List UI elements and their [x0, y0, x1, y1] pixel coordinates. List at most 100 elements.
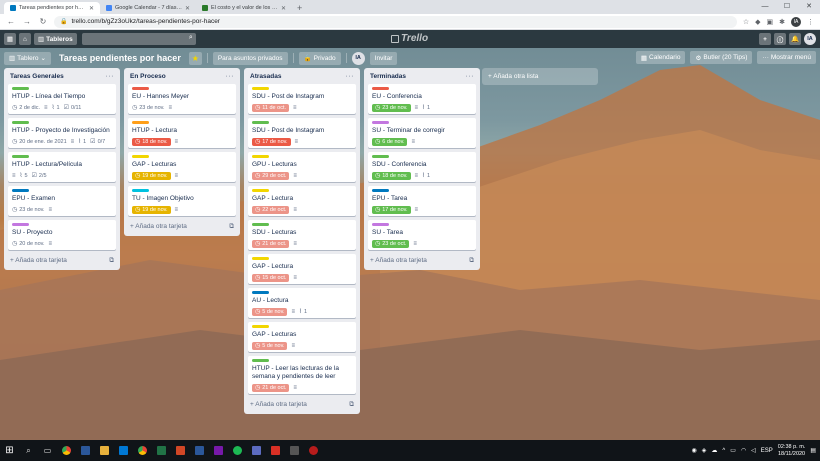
card[interactable]: HTUP - Leer las lecturas de la semana y …: [248, 356, 356, 394]
taskbar-app[interactable]: [266, 440, 285, 461]
list-name[interactable]: En Proceso: [130, 73, 166, 80]
due-date-badge[interactable]: ◷ 18 de nov.: [132, 137, 171, 146]
list-name[interactable]: Atrasadas: [250, 73, 281, 80]
notifications-bell-icon[interactable]: 🔔: [789, 33, 801, 45]
butler-button[interactable]: ⚙ Butler (20 Tips): [690, 51, 753, 64]
chrome-profile-avatar[interactable]: IA: [791, 16, 801, 27]
back-arrow-icon[interactable]: ←: [6, 17, 16, 26]
card[interactable]: SU - Proyecto ◷ 20 de nov. ≡: [8, 220, 116, 250]
apps-grid-icon[interactable]: ▦: [4, 33, 16, 45]
due-date-badge[interactable]: ◷ 20 de nov.: [12, 240, 45, 248]
card[interactable]: SDU - Lecturas ◷ 21 de oct. ≡: [248, 220, 356, 250]
due-date-badge[interactable]: ◷ 17 de nov.: [252, 137, 291, 146]
card[interactable]: SDU - Conferencia ◷ 18 de nov. ≡ ⌇ 1: [368, 152, 476, 182]
battery-icon[interactable]: ▭: [730, 447, 736, 454]
card[interactable]: GAP - Lectura ◷ 22 de oct. ≡: [248, 186, 356, 216]
close-tab-icon[interactable]: ✕: [185, 5, 190, 12]
card[interactable]: HTUP - Proyecto de Investigación ◷ 20 de e…: [8, 118, 116, 148]
add-card-button[interactable]: + Añada otra tarjeta ⧉: [8, 254, 116, 267]
due-date-badge[interactable]: ◷ 23 de oct.: [372, 239, 410, 248]
template-card-icon[interactable]: ⧉: [469, 257, 474, 265]
member-avatar[interactable]: IA: [804, 33, 816, 45]
taskbar-app[interactable]: [152, 440, 171, 461]
taskbar-chrome-app[interactable]: [57, 440, 76, 461]
chrome-menu-icon[interactable]: ⋮: [807, 18, 814, 26]
due-date-badge[interactable]: ◷ 11 de oct.: [252, 103, 289, 112]
new-tab-button[interactable]: +: [292, 2, 307, 14]
due-date-badge[interactable]: ◷ 21 de oct.: [252, 383, 290, 392]
extension-icon[interactable]: ▣: [767, 18, 774, 26]
add-card-button[interactable]: + Añada otra tarjeta ⧉: [368, 254, 476, 267]
home-icon[interactable]: ⌂: [19, 33, 31, 45]
due-date-badge[interactable]: ◷ 6 de nov.: [372, 137, 408, 146]
taskbar-app[interactable]: [228, 440, 247, 461]
browser-tab-calendar[interactable]: Google Calendar - 7 días, a partir del..…: [100, 2, 196, 14]
boards-button[interactable]: ▥ Tableros: [34, 33, 77, 45]
card[interactable]: SU - Terminar de corregir ◷ 6 de nov. ≡: [368, 118, 476, 148]
due-date-badge[interactable]: ◷ 5 de nov.: [252, 341, 288, 350]
due-date-badge[interactable]: ◷ 5 de nov.: [252, 307, 288, 316]
due-date-badge[interactable]: ◷ 2 de dic.: [12, 104, 40, 112]
taskbar-app[interactable]: [304, 440, 323, 461]
minimize-icon[interactable]: —: [754, 0, 776, 14]
list[interactable]: Tareas Generales ··· HTUP - Línea del Tiem…: [4, 68, 120, 270]
star-icon[interactable]: ★: [188, 51, 202, 65]
address-bar[interactable]: 🔒 trello.com/b/gZz3oUkz/tareas-pendiente…: [54, 15, 737, 28]
due-date-badge[interactable]: ◷ 23 de nov.: [372, 103, 411, 112]
tray-app-icon[interactable]: ◉: [692, 447, 697, 454]
board-member-avatar[interactable]: IA: [351, 51, 365, 65]
template-card-icon[interactable]: ⧉: [349, 401, 354, 409]
notifications-icon[interactable]: ▤: [810, 447, 816, 454]
taskbar-app[interactable]: [209, 440, 228, 461]
board-title[interactable]: Tareas pendientes por hacer: [56, 53, 184, 63]
due-date-badge[interactable]: ◷ 23 de nov.: [12, 206, 45, 214]
card[interactable]: HTUP - Línea del Tiempo ◷ 2 de dic. ≡ ⌇ 1 ☑ 0/1…: [8, 84, 116, 114]
maximize-icon[interactable]: ☐: [776, 0, 798, 14]
due-date-badge[interactable]: ◷ 29 de oct.: [252, 171, 290, 180]
browser-tab-article[interactable]: El costo y el valor de los árboles... ✕: [196, 2, 292, 14]
info-icon[interactable]: ⓘ: [774, 33, 786, 45]
due-date-badge[interactable]: ◷ 21 de oct.: [252, 239, 290, 248]
card[interactable]: HTUP - Lectura/Película ≡ ⌇ 5 ☑ 2/5: [8, 152, 116, 182]
clock[interactable]: 02:38 p. m. 18/11/2020: [778, 444, 806, 458]
trello-logo[interactable]: Trello: [391, 33, 428, 44]
card[interactable]: SU - Tarea ◷ 23 de oct. ≡: [368, 220, 476, 250]
board-view-switcher[interactable]: ▥ Tablero ⌄: [4, 51, 51, 65]
tray-chevron-up-icon[interactable]: ^: [722, 448, 725, 454]
due-date-badge[interactable]: ◷ 19 de nov.: [132, 205, 171, 214]
list-name[interactable]: Terminadas: [370, 73, 406, 80]
add-card-button[interactable]: + Añada otra tarjeta ⧉: [248, 398, 356, 411]
taskbar-app[interactable]: [285, 440, 304, 461]
card[interactable]: GAP - Lecturas ◷ 19 de nov. ≡: [128, 152, 236, 182]
puzzle-extensions-icon[interactable]: ✱: [779, 18, 785, 26]
list-name[interactable]: Tareas Generales: [10, 73, 64, 80]
list-menu-icon[interactable]: ···: [466, 73, 475, 80]
card[interactable]: GAP - Lecturas ◷ 5 de nov. ≡: [248, 322, 356, 352]
add-list-button[interactable]: + Añada otra lista: [482, 68, 598, 85]
close-tab-icon[interactable]: ✕: [89, 5, 94, 12]
taskbar-app[interactable]: [190, 440, 209, 461]
list[interactable]: En Proceso ··· EU - Hannes Meyer ◷ 23 de nov…: [124, 68, 240, 236]
due-date-badge[interactable]: ◷ 22 de oct.: [252, 205, 290, 214]
task-view-icon[interactable]: ▭: [38, 440, 57, 461]
list-menu-icon[interactable]: ···: [346, 73, 355, 80]
list-menu-icon[interactable]: ···: [226, 73, 235, 80]
calendar-powerup-button[interactable]: ▦ Calendario: [635, 51, 686, 64]
taskbar-app[interactable]: [171, 440, 190, 461]
due-date-badge[interactable]: ◷ 19 de nov.: [132, 171, 171, 180]
due-date-badge[interactable]: ◷ 15 de oct.: [252, 273, 290, 282]
card[interactable]: GAP - Lectura ◷ 15 de oct. ≡: [248, 254, 356, 284]
taskbar-app[interactable]: [133, 440, 152, 461]
card[interactable]: EU - Hannes Meyer ◷ 23 de nov. ≡: [128, 84, 236, 114]
taskbar-app[interactable]: [76, 440, 95, 461]
template-card-icon[interactable]: ⧉: [229, 223, 234, 231]
list[interactable]: Atrasadas ··· SDU - Post de Instagram ◷ 11 d…: [244, 68, 360, 414]
taskbar-search-icon[interactable]: ⌕: [19, 440, 38, 461]
card[interactable]: EU - Conferencia ◷ 23 de nov. ≡ ⌇ 1: [368, 84, 476, 114]
team-button[interactable]: Para asuntos privados: [212, 51, 288, 65]
search-input[interactable]: ⌕: [81, 33, 196, 45]
close-tab-icon[interactable]: ✕: [281, 5, 286, 12]
windows-start-button[interactable]: ⊞: [0, 440, 19, 461]
card[interactable]: SDU - Post de Instagram ◷ 11 de oct. ≡: [248, 84, 356, 114]
tray-app-icon[interactable]: ◈: [702, 447, 707, 454]
